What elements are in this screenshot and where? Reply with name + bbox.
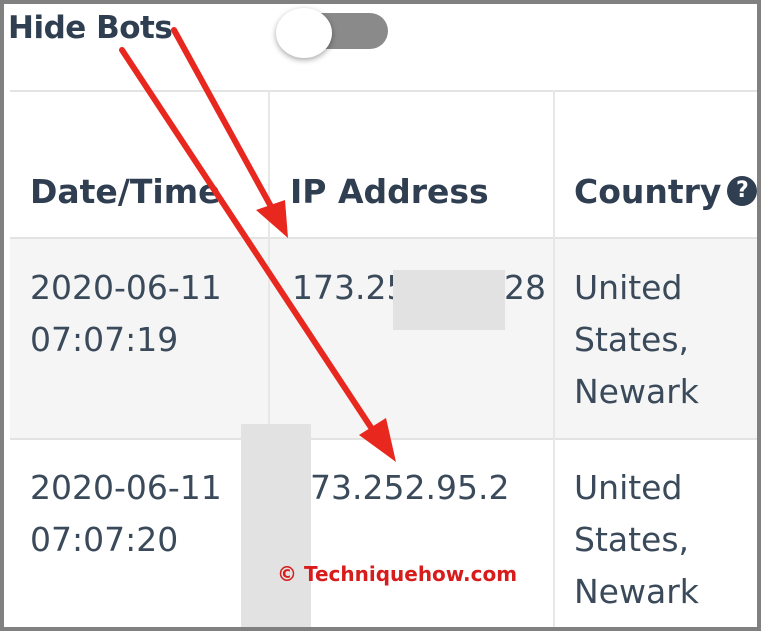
toggle-knob[interactable] xyxy=(276,8,332,58)
toolbar: Hide Bots xyxy=(4,4,757,84)
column-header-country-label: Country xyxy=(574,172,722,211)
ip-cell: 73.252.95.2 xyxy=(310,462,509,514)
country-text-line: Newark xyxy=(574,372,699,411)
country-text-line: United xyxy=(574,268,683,307)
divider xyxy=(553,90,555,627)
divider xyxy=(10,90,757,92)
country-cell: United States, Newark xyxy=(574,462,699,618)
divider xyxy=(268,90,270,438)
country-text-line: Newark xyxy=(574,572,699,611)
date-text: 2020-06-11 xyxy=(30,268,222,307)
screenshot-frame: Hide Bots Date/Time IP Address Country? … xyxy=(0,0,761,631)
country-text-line: United xyxy=(574,468,683,507)
visits-table: Date/Time IP Address Country? 2020-06-11… xyxy=(10,90,757,627)
hide-bots-label: Hide Bots xyxy=(8,10,173,46)
time-text: 07:07:19 xyxy=(30,320,179,359)
ip-text: 73.252.95.2 xyxy=(310,468,510,507)
time-text: 07:07:20 xyxy=(30,520,179,559)
column-header-ip[interactable]: IP Address xyxy=(290,172,489,211)
datetime-cell: 2020-06-11 07:07:19 xyxy=(30,262,222,366)
country-cell: United States, Newark xyxy=(574,262,699,418)
country-text-line: States, xyxy=(574,520,690,559)
country-text-line: States, xyxy=(574,320,690,359)
hide-bots-toggle[interactable] xyxy=(276,8,388,58)
help-icon[interactable]: ? xyxy=(727,175,757,206)
datetime-cell: 2020-06-11 07:07:20 xyxy=(30,462,222,566)
divider xyxy=(10,237,757,239)
redaction-box xyxy=(241,424,311,627)
column-header-country[interactable]: Country? xyxy=(574,172,757,211)
watermark: © Techniquehow.com xyxy=(277,562,518,586)
ip-text: 173.25 xyxy=(292,268,408,307)
date-text: 2020-06-11 xyxy=(30,468,222,507)
column-header-datetime[interactable]: Date/Time xyxy=(30,172,220,211)
redaction-box xyxy=(393,270,505,330)
divider xyxy=(10,438,757,440)
ip-suffix-text: 28 xyxy=(504,268,546,307)
ip-cell: 173.25 xyxy=(292,262,407,314)
